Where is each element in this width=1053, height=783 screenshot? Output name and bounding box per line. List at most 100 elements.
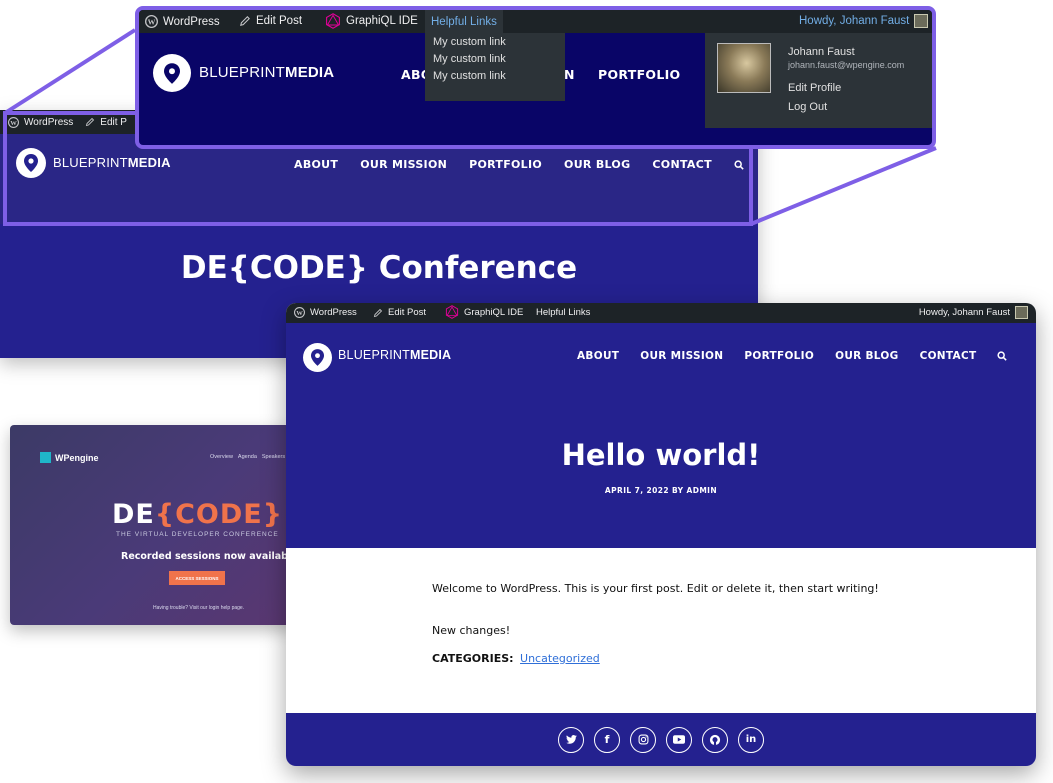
zoom-avatar-small — [914, 14, 929, 28]
pencil-icon — [373, 308, 383, 318]
user-avatar — [717, 43, 771, 93]
back-nav-about[interactable]: ABOUT — [294, 158, 338, 171]
brand-light: BLUEPRINT — [338, 348, 410, 362]
edit-profile-link[interactable]: Edit Profile — [788, 82, 841, 94]
custom-link-2[interactable]: My custom link — [433, 53, 565, 65]
main-admin-bar: W WordPress Edit Post GraphiQL IDE Helpf… — [286, 303, 1036, 323]
decode-nav-agenda[interactable]: Agenda — [238, 454, 257, 460]
back-logo-mark[interactable] — [16, 148, 46, 178]
access-sessions-label: ACCESS SESSIONS — [175, 575, 219, 581]
custom-link-3[interactable]: My custom link — [433, 70, 565, 82]
back-nav-contact[interactable]: CONTACT — [652, 158, 711, 171]
decode-help-text: Having trouble? Visit our login help pag… — [153, 605, 245, 611]
log-out-link[interactable]: Log Out — [788, 101, 827, 113]
zoom-admin-bar: W WordPress Edit Post GraphiQL IDE Helpf… — [139, 10, 932, 33]
category-link[interactable]: Uncategorized — [520, 652, 600, 665]
wordpress-icon: W — [145, 15, 158, 28]
main-browser-window: W WordPress Edit Post GraphiQL IDE Helpf… — [286, 303, 1036, 766]
post-paragraph-1: Welcome to WordPress. This is your first… — [432, 582, 879, 595]
helpful-links-dropdown: My custom link My custom link My custom … — [425, 33, 565, 101]
location-pin-icon — [311, 349, 324, 366]
back-wordpress-label: WordPress — [24, 116, 74, 128]
instagram-icon[interactable] — [630, 726, 656, 753]
back-nav-portfolio[interactable]: PORTFOLIO — [469, 158, 542, 171]
main-nav-contact[interactable]: CONTACT — [920, 350, 977, 362]
back-page-title: DE{CODE} Conference — [180, 250, 578, 286]
decode-nav-overview[interactable]: Overview — [210, 454, 233, 460]
main-nav-about[interactable]: ABOUT — [577, 350, 619, 362]
main-avatar-small — [1015, 306, 1028, 319]
main-nav-portfolio[interactable]: PORTFOLIO — [744, 350, 814, 362]
zoom-howdy-label: Howdy, Johann Faust — [799, 15, 910, 27]
brand-bold: MEDIA — [409, 348, 452, 362]
brand-light: BLUEPRINT — [199, 64, 285, 81]
back-wordpress-menu[interactable]: W WordPress — [8, 116, 74, 128]
decode-subtitle: THE VIRTUAL DEVELOPER CONFERENCE — [116, 531, 279, 538]
svg-text:W: W — [148, 17, 156, 26]
back-edit-post-link[interactable]: Edit P — [85, 117, 127, 128]
zoom-brand-name[interactable]: BLUEPRINTMEDIA — [199, 64, 334, 81]
user-email: johann.faust@wpengine.com — [788, 60, 905, 70]
brand-light: BLUEPRINT — [53, 155, 128, 170]
main-graphiql-link[interactable]: GraphiQL IDE — [445, 305, 523, 319]
decode-logo: DE {CODE} 20 21 — [112, 499, 295, 530]
post-paragraph-2: New changes! — [432, 624, 511, 637]
zoom-graphiql-label: GraphiQL IDE — [346, 15, 418, 27]
zoom-wordpress-label: WordPress — [163, 15, 220, 28]
post-title: Hello world! — [561, 438, 761, 472]
main-nav-our-mission[interactable]: OUR MISSION — [640, 350, 723, 362]
post-categories: CATEGORIES: Uncategorized — [432, 652, 600, 665]
back-nav-our-mission[interactable]: OUR MISSION — [360, 158, 447, 171]
access-sessions-button[interactable]: ACCESS SESSIONS — [169, 571, 225, 585]
custom-link-1[interactable]: My custom link — [433, 36, 565, 48]
zoom-nav-mission[interactable]: N — [564, 67, 575, 82]
magnifier-top-edge — [3, 28, 137, 115]
decode-logo-de: DE — [112, 499, 155, 530]
wordpress-icon: W — [294, 307, 305, 318]
wpengine-logo-text: WPengine — [55, 452, 99, 463]
main-edit-post-link[interactable]: Edit Post — [373, 307, 426, 318]
wpengine-logo[interactable]: WPengine — [40, 452, 99, 463]
categories-label: CATEGORIES: — [432, 652, 514, 665]
main-wordpress-label: WordPress — [310, 307, 357, 318]
zoom-helpful-links-label: Helpful Links — [431, 15, 497, 28]
linkedin-icon[interactable]: in — [738, 726, 764, 753]
post-content: Welcome to WordPress. This is your first… — [286, 548, 1036, 713]
back-nav-our-blog[interactable]: OUR BLOG — [564, 158, 630, 171]
zoom-howdy-menu[interactable]: Howdy, Johann Faust — [799, 14, 929, 28]
facebook-icon[interactable]: f — [594, 726, 620, 753]
zoomed-admin-header: W WordPress Edit Post GraphiQL IDE Helpf… — [135, 6, 936, 149]
main-logo-mark[interactable] — [303, 343, 332, 372]
main-wordpress-menu[interactable]: W WordPress — [294, 307, 357, 318]
github-icon[interactable] — [702, 726, 728, 753]
twitter-icon[interactable] — [558, 726, 584, 753]
search-icon[interactable] — [734, 158, 744, 171]
main-howdy-menu[interactable]: Howdy, Johann Faust — [919, 306, 1028, 319]
zoom-graphiql-link[interactable]: GraphiQL IDE — [325, 13, 418, 29]
back-edit-post-label: Edit P — [100, 116, 127, 128]
main-brand-name[interactable]: BLUEPRINTMEDIA — [338, 348, 451, 362]
main-primary-nav: ABOUT OUR MISSION PORTFOLIO OUR BLOG CON… — [577, 350, 1008, 362]
decode-headline: Recorded sessions now available! — [121, 551, 295, 562]
zoom-edit-post-link[interactable]: Edit Post — [239, 15, 302, 27]
pencil-icon — [85, 117, 95, 127]
search-icon[interactable] — [997, 350, 1008, 362]
user-display-name[interactable]: Johann Faust — [788, 46, 855, 58]
brand-bold: MEDIA — [127, 155, 171, 170]
zoom-wordpress-menu[interactable]: W WordPress — [145, 15, 220, 28]
zoom-nav-portfolio[interactable]: PORTFOLIO — [598, 67, 681, 82]
location-pin-icon — [24, 154, 38, 172]
youtube-icon[interactable] — [666, 726, 692, 753]
back-primary-nav: ABOUT OUR MISSION PORTFOLIO OUR BLOG CON… — [294, 158, 744, 171]
svg-text:W: W — [296, 310, 303, 317]
main-helpful-links[interactable]: Helpful Links — [536, 307, 590, 318]
decode-nav-speakers[interactable]: Speakers — [262, 454, 285, 460]
zoom-logo-mark[interactable] — [153, 54, 191, 92]
zoom-helpful-links[interactable]: Helpful Links — [425, 10, 503, 33]
main-nav-our-blog[interactable]: OUR BLOG — [835, 350, 898, 362]
svg-text:W: W — [10, 119, 17, 126]
graphql-icon — [445, 305, 459, 319]
pencil-icon — [239, 15, 251, 27]
back-brand-name[interactable]: BLUEPRINTMEDIA — [53, 155, 171, 170]
zoom-edit-post-label: Edit Post — [256, 15, 303, 27]
